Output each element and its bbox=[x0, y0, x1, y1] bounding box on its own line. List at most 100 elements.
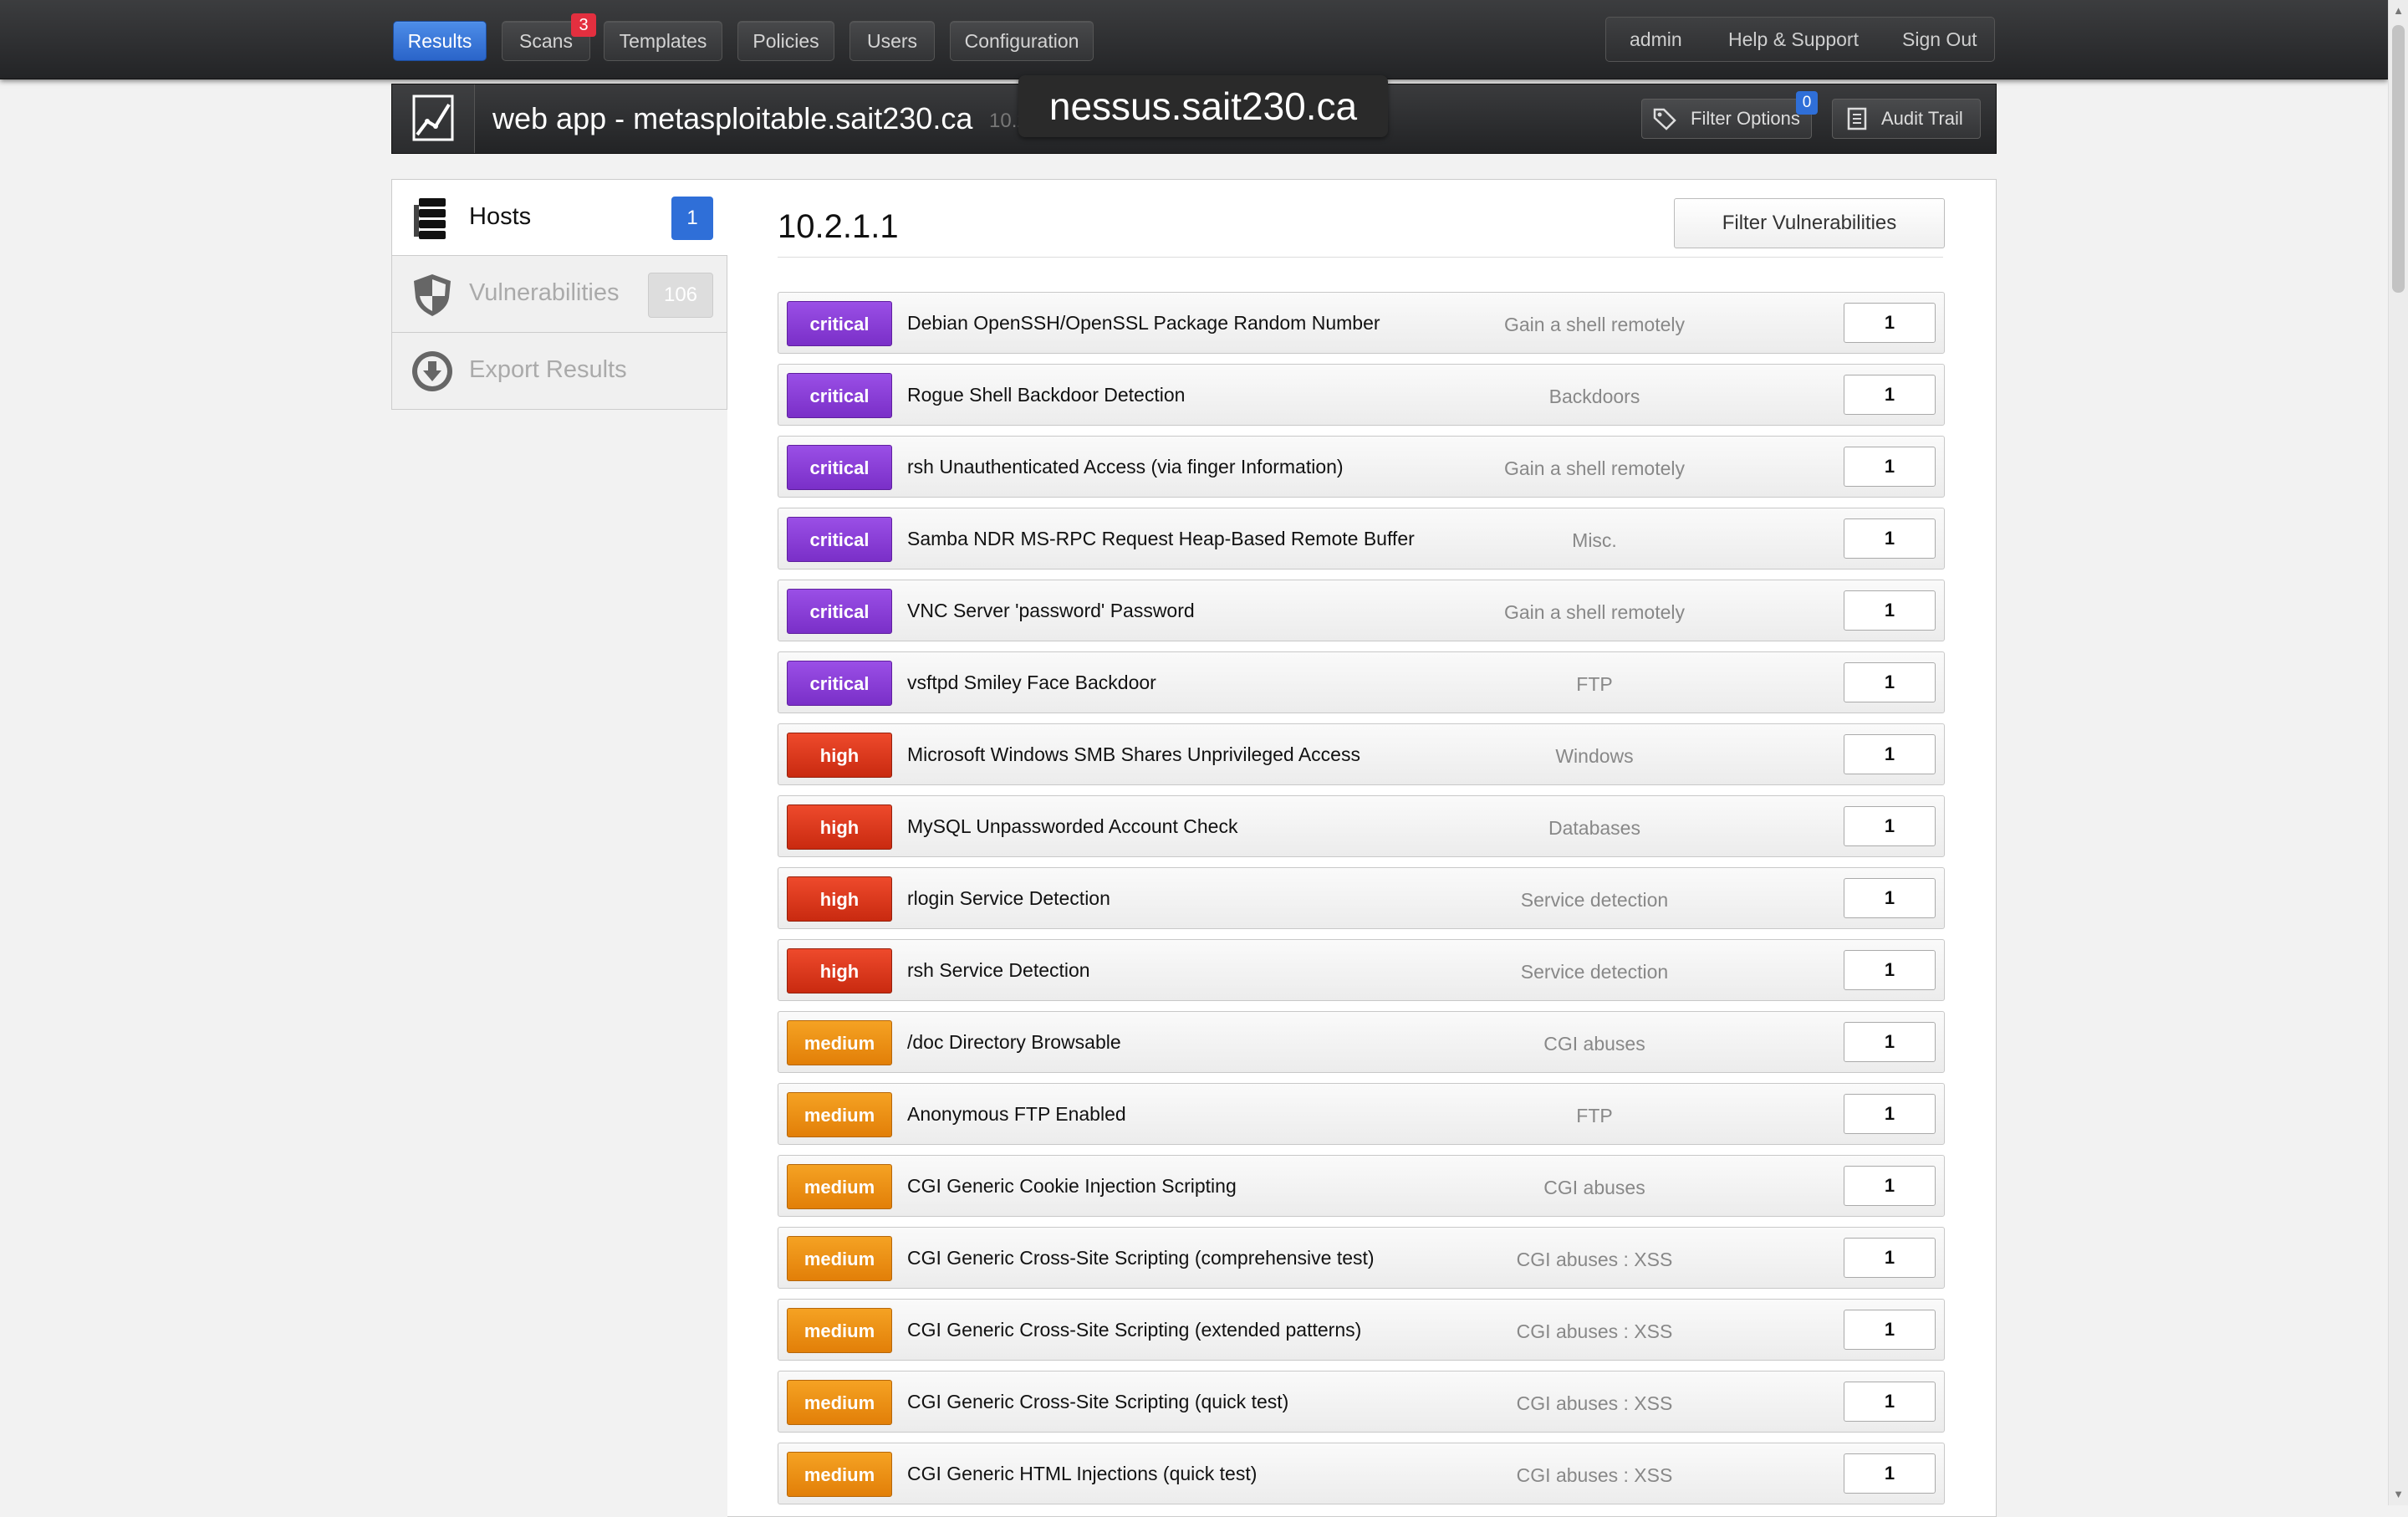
vulnerability-name[interactable]: Samba NDR MS-RPC Request Heap-Based Remo… bbox=[907, 508, 1415, 569]
plugin-family: CGI abuses : XSS bbox=[1516, 1249, 1673, 1270]
plugin-family: CGI abuses bbox=[1543, 1033, 1645, 1055]
vulnerability-name[interactable]: MySQL Unpassworded Account Check bbox=[907, 796, 1237, 856]
vulnerability-row[interactable]: medium CGI Generic Cross-Site Scripting (… bbox=[778, 1299, 1945, 1361]
user-admin-link[interactable]: admin bbox=[1630, 18, 1682, 61]
vulnerability-row[interactable]: high rlogin Service Detection Service dete… bbox=[778, 867, 1945, 929]
vulnerability-count: 1 bbox=[1844, 878, 1936, 918]
scrollbar-thumb[interactable] bbox=[2392, 25, 2405, 293]
plugin-family: Gain a shell remotely bbox=[1503, 314, 1686, 335]
hosts-count-badge: 1 bbox=[671, 197, 713, 240]
severity-badge: critical bbox=[787, 445, 892, 490]
vulnerability-name[interactable]: rlogin Service Detection bbox=[907, 868, 1110, 928]
vulnerability-count: 1 bbox=[1844, 734, 1936, 774]
vulnerability-name[interactable]: /doc Directory Browsable bbox=[907, 1012, 1121, 1072]
vulnerability-name[interactable]: rsh Service Detection bbox=[907, 940, 1090, 1000]
vulnerability-row[interactable]: medium CGI Generic HTML Injections (quick… bbox=[778, 1443, 1945, 1504]
severity-badge: high bbox=[787, 804, 892, 850]
vulnerability-row[interactable]: critical vsftpd Smiley Face Backdoor FTP 1 bbox=[778, 651, 1945, 713]
sign-out-link[interactable]: Sign Out bbox=[1902, 18, 1977, 61]
severity-badge: high bbox=[787, 948, 892, 993]
vulnerability-row[interactable]: critical VNC Server 'password' Password Ga… bbox=[778, 580, 1945, 641]
nav-results[interactable]: Results bbox=[393, 21, 487, 61]
plugin-family: Misc. bbox=[1572, 529, 1617, 551]
document-list-icon bbox=[1847, 107, 1867, 130]
sidebar-item-vulnerabilities[interactable]: Vulnerabilities 106 bbox=[391, 256, 727, 333]
report-icon-box bbox=[392, 84, 475, 153]
vulnerability-row[interactable]: high rsh Service Detection Service detecti… bbox=[778, 939, 1945, 1001]
severity-badge: high bbox=[787, 733, 892, 778]
scroll-up-arrow-icon[interactable]: ▲ bbox=[2392, 3, 2405, 18]
scroll-down-arrow-icon[interactable]: ▼ bbox=[2392, 1487, 2405, 1502]
vulnerability-count: 1 bbox=[1844, 1094, 1936, 1134]
vulnerability-row[interactable]: high Microsoft Windows SMB Shares Unprivi… bbox=[778, 723, 1945, 785]
severity-badge: high bbox=[787, 876, 892, 922]
page-scrollbar[interactable]: ▲ ▼ bbox=[2388, 0, 2408, 1505]
nav-scans[interactable]: Scans 3 bbox=[502, 13, 596, 61]
severity-badge: critical bbox=[787, 301, 892, 346]
plugin-family: Windows bbox=[1555, 745, 1634, 767]
sidebar-item-hosts[interactable]: Hosts 1 bbox=[391, 179, 727, 256]
vulnerability-count: 1 bbox=[1844, 1453, 1936, 1494]
nav-configuration-label: Configuration bbox=[964, 30, 1079, 52]
vulnerability-name[interactable]: CGI Generic Cookie Injection Scripting bbox=[907, 1156, 1237, 1216]
vulnerability-panel: 10.2.1.1 Filter Vulnerabilities critical… bbox=[727, 179, 1997, 1517]
vulnerability-row[interactable]: critical Debian OpenSSH/OpenSSL Package R… bbox=[778, 292, 1945, 354]
severity-badge: critical bbox=[787, 589, 892, 634]
vulnerability-count: 1 bbox=[1844, 950, 1936, 990]
severity-badge: critical bbox=[787, 517, 892, 562]
filter-options-button[interactable]: Filter Options 0 bbox=[1641, 91, 1818, 139]
vulnerability-count: 1 bbox=[1844, 518, 1936, 559]
plugin-family: CGI abuses bbox=[1543, 1177, 1645, 1198]
severity-badge: critical bbox=[787, 661, 892, 706]
nav-configuration[interactable]: Configuration bbox=[950, 21, 1094, 61]
vulnerability-name[interactable]: Debian OpenSSH/OpenSSL Package Random Nu… bbox=[907, 293, 1380, 353]
audit-trail-button[interactable]: Audit Trail bbox=[1832, 99, 1981, 139]
plugin-family: FTP bbox=[1576, 1105, 1613, 1126]
vulnerability-row[interactable]: medium/doc Directory Browsable CGI abuses… bbox=[778, 1011, 1945, 1073]
vulnerability-name[interactable]: rsh Unauthenticated Access (via finger I… bbox=[907, 437, 1344, 497]
vulnerability-name[interactable]: CGI Generic Cross-Site Scripting (extend… bbox=[907, 1300, 1361, 1360]
vulnerability-row[interactable]: medium CGI Generic Cross-Site Scripting (… bbox=[778, 1227, 1945, 1289]
vulnerabilities-count-badge: 106 bbox=[648, 273, 713, 318]
sidebar-item-label: Vulnerabilities bbox=[469, 279, 620, 306]
nav-users[interactable]: Users bbox=[849, 21, 935, 61]
vulnerability-count: 1 bbox=[1844, 447, 1936, 487]
help-support-link[interactable]: Help & Support bbox=[1728, 18, 1859, 61]
plugin-family: Service detection bbox=[1520, 889, 1669, 911]
plugin-family: Gain a shell remotely bbox=[1503, 457, 1686, 479]
vulnerability-row[interactable]: medium CGI Generic Cross-Site Scripting (… bbox=[778, 1371, 1945, 1433]
vulnerability-name[interactable]: Microsoft Windows SMB Shares Unprivilege… bbox=[907, 724, 1360, 784]
filter-vulnerabilities-button[interactable]: Filter Vulnerabilities bbox=[1674, 198, 1945, 248]
plugin-family: Databases bbox=[1548, 817, 1640, 839]
vulnerability-name[interactable]: CGI Generic HTML Injections (quick test) bbox=[907, 1443, 1257, 1504]
vulnerability-row[interactable]: critical Samba NDR MS-RPC Request Heap-Ba… bbox=[778, 508, 1945, 570]
nav-policies[interactable]: Policies bbox=[737, 21, 834, 61]
nav-templates[interactable]: Templates bbox=[604, 21, 722, 61]
plugin-family: CGI abuses : XSS bbox=[1516, 1392, 1673, 1414]
vulnerability-row[interactable]: high MySQL Unpassworded Account Check Data… bbox=[778, 795, 1945, 857]
server-stack-icon bbox=[414, 198, 446, 239]
host-title: 10.2.1.1 bbox=[778, 208, 899, 245]
nav-policies-label: Policies bbox=[752, 30, 819, 52]
tag-icon bbox=[1653, 108, 1676, 130]
vulnerability-row[interactable]: critical Rogue Shell Backdoor Detection Ba… bbox=[778, 364, 1945, 426]
vulnerability-name[interactable]: CGI Generic Cross-Site Scripting (quick … bbox=[907, 1371, 1288, 1432]
vulnerability-name[interactable]: Anonymous FTP Enabled bbox=[907, 1084, 1126, 1144]
nav-users-label: Users bbox=[866, 30, 918, 52]
filter-options-label: Filter Options bbox=[1691, 108, 1800, 129]
vulnerability-row[interactable]: medium CGI Generic Cookie Injection Scrip… bbox=[778, 1155, 1945, 1217]
vulnerability-name[interactable]: vsftpd Smiley Face Backdoor bbox=[907, 652, 1156, 713]
vulnerability-row[interactable]: critical rsh Unauthenticated Access (via … bbox=[778, 436, 1945, 498]
vulnerability-row[interactable]: medium Anonymous FTP Enabled FTP 1 bbox=[778, 1083, 1945, 1145]
vulnerability-count: 1 bbox=[1844, 662, 1936, 702]
vulnerability-count: 1 bbox=[1844, 1382, 1936, 1422]
vulnerability-count: 1 bbox=[1844, 1022, 1936, 1062]
vulnerability-name[interactable]: Rogue Shell Backdoor Detection bbox=[907, 365, 1185, 425]
vulnerability-name[interactable]: VNC Server 'password' Password bbox=[907, 580, 1195, 641]
sidebar-item-export-results[interactable]: Export Results bbox=[391, 333, 727, 410]
severity-badge: medium bbox=[787, 1308, 892, 1353]
divider bbox=[778, 257, 1943, 258]
vulnerability-count: 1 bbox=[1844, 1238, 1936, 1278]
vulnerability-name[interactable]: CGI Generic Cross-Site Scripting (compre… bbox=[907, 1228, 1375, 1288]
plugin-family: CGI abuses : XSS bbox=[1516, 1320, 1673, 1342]
